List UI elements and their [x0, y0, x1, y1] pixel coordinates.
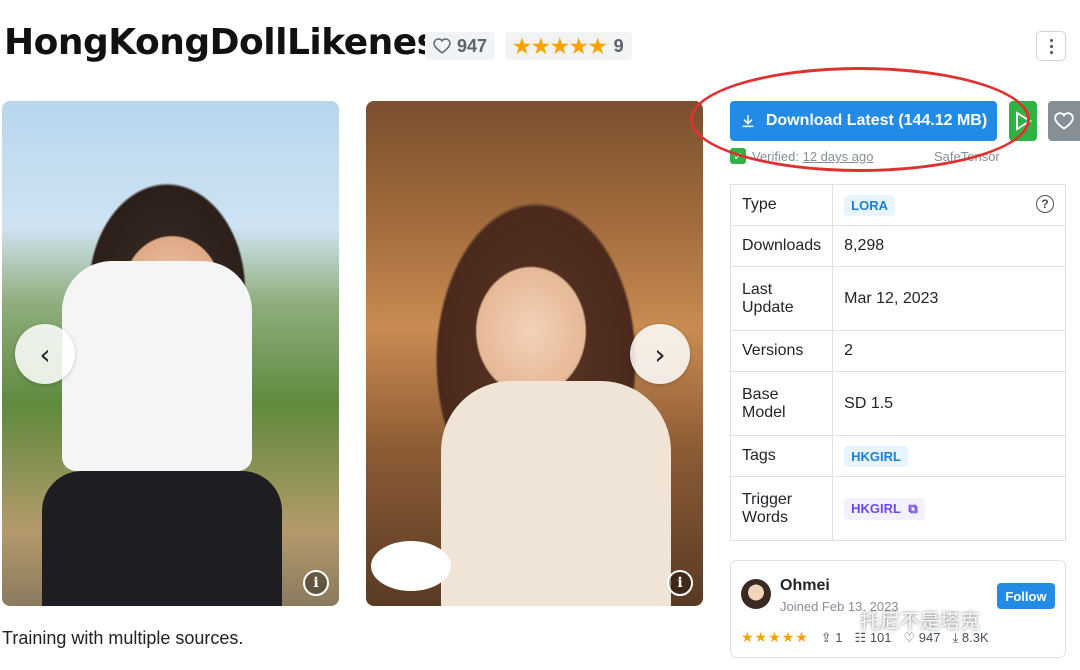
image-detail [441, 381, 671, 606]
watermark: 托尼不是塔克 [860, 609, 980, 633]
image-detail [42, 471, 282, 606]
heart-icon [433, 38, 451, 54]
detail-value: LORA ? [832, 184, 1066, 226]
gallery-next-button[interactable]: › [630, 324, 690, 384]
copy-icon[interactable]: ⧉ [908, 501, 917, 516]
heart-icon [1054, 112, 1074, 130]
follow-button[interactable]: Follow [997, 583, 1055, 609]
likes-count: 947 [457, 35, 488, 56]
gallery-prev-button[interactable]: ‹ [15, 324, 75, 384]
chevron-left-icon: ‹ [39, 337, 51, 371]
detail-value: 2 [832, 330, 1066, 372]
detail-value: Mar 12, 2023 [832, 266, 1066, 331]
model-details-table: Type LORA ? Downloads 8,298 Last Update … [729, 184, 1066, 541]
model-title: HongKongDollLikeness [4, 22, 459, 63]
annotation-circle [690, 67, 1030, 172]
dot [1049, 50, 1053, 54]
detail-key: Type [729, 184, 834, 226]
table-row: Versions 2 [729, 330, 1066, 372]
detail-key: Downloads [729, 225, 834, 267]
rating-chip[interactable]: ★★★★★ 9 [505, 32, 632, 60]
detail-value: SD 1.5 [832, 371, 1066, 436]
likes-chip[interactable]: 947 [425, 32, 496, 60]
detail-key: Versions [729, 330, 834, 372]
detail-key: Trigger Words [729, 476, 834, 541]
uploads-count: 1 [835, 629, 843, 645]
creator-rating-stars: ★★★★★ [741, 629, 809, 645]
detail-key: Base Model [729, 371, 834, 436]
avatar[interactable] [741, 579, 771, 609]
table-row: Trigger Words HKGIRL ⧉ [729, 476, 1066, 541]
trigger-word-badge[interactable]: HKGIRL ⧉ [844, 497, 925, 520]
table-row: Last Update Mar 12, 2023 [729, 266, 1066, 331]
creator-name[interactable]: Ohmei [780, 577, 830, 595]
chevron-right-icon: › [654, 337, 666, 371]
image-detail [371, 541, 451, 591]
tag-badge[interactable]: HKGIRL [844, 445, 908, 467]
image-detail [62, 261, 252, 471]
rating-count: 9 [613, 35, 624, 56]
trigger-word-text: HKGIRL [851, 500, 901, 516]
type-badge: LORA [844, 194, 895, 216]
dot [1049, 44, 1053, 48]
rating-stars: ★★★★★ [513, 35, 608, 58]
dot [1049, 38, 1053, 42]
upload-icon: ⇪ [820, 629, 832, 645]
help-icon[interactable]: ? [1036, 194, 1054, 213]
detail-value: HKGIRL ⧉ [832, 476, 1066, 541]
table-row: Tags HKGIRL [729, 435, 1066, 477]
image-info-icon[interactable]: i [667, 570, 693, 596]
detail-value: 8,298 [832, 225, 1066, 267]
detail-value: HKGIRL [832, 435, 1066, 477]
image-info-icon[interactable]: i [303, 570, 329, 596]
table-row: Type LORA ? [729, 184, 1066, 226]
table-row: Downloads 8,298 [729, 225, 1066, 267]
favorite-button[interactable] [1048, 101, 1080, 141]
detail-key: Last Update [729, 266, 834, 331]
more-menu-button[interactable] [1036, 31, 1066, 61]
model-description: Training with multiple sources. [2, 628, 244, 648]
uploads-stat: ⇪ 1 [821, 630, 843, 646]
detail-key: Tags [729, 435, 834, 477]
table-row: Base Model SD 1.5 [729, 371, 1066, 436]
